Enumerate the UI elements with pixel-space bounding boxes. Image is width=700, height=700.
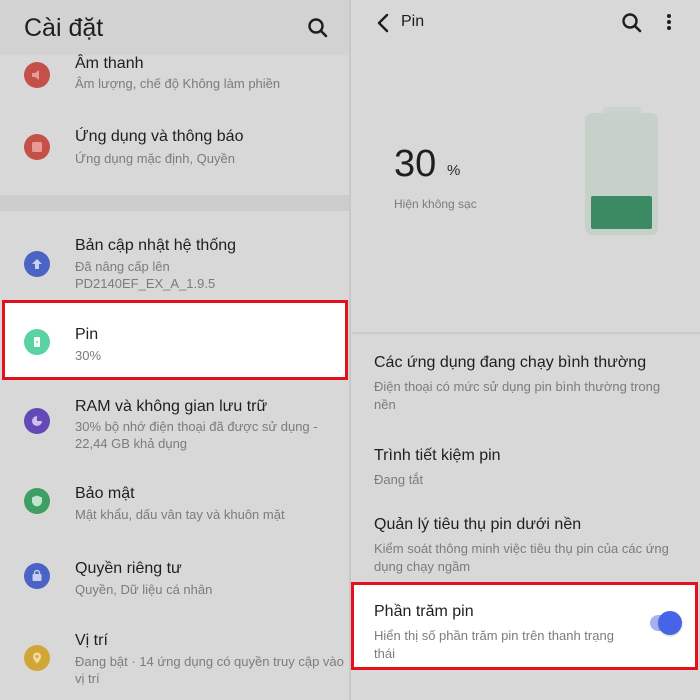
update-icon bbox=[24, 251, 50, 277]
settings-item-privacy[interactable]: Quyền riêng tư Quyền, Dữ liệu cá nhân bbox=[0, 560, 349, 610]
section-divider bbox=[0, 195, 349, 211]
settings-item-sound[interactable]: Âm thanh Âm lượng, chế độ Không làm phiề… bbox=[0, 55, 349, 105]
percentage-toggle-knob[interactable] bbox=[658, 611, 682, 635]
storage-icon bbox=[24, 408, 50, 434]
shield-icon bbox=[24, 488, 50, 514]
battery-percent-unit: % bbox=[447, 162, 461, 179]
settings-item-system-update[interactable]: Bản cập nhật hệ thống Đã nâng cấp lên PD… bbox=[0, 237, 349, 295]
apps-icon bbox=[24, 134, 50, 160]
settings-item-apps[interactable]: Ứng dụng và thông báo Ứng dụng mặc định,… bbox=[0, 128, 349, 188]
settings-screen: Cài đặt Âm thanh Âm lượng, chế độ Không … bbox=[0, 0, 349, 700]
battery-screen: Pin 30 % Hiện không sạc Các ứng dụng đan… bbox=[351, 0, 700, 700]
settings-item-ram-storage[interactable]: RAM và không gian lưu trữ 30% bộ nhớ điệ… bbox=[0, 398, 349, 458]
settings-header: Cài đặt bbox=[0, 0, 349, 55]
more-options-icon[interactable] bbox=[656, 10, 682, 36]
section-divider bbox=[351, 332, 700, 334]
battery-icon bbox=[24, 329, 50, 355]
search-icon[interactable] bbox=[305, 15, 331, 41]
privacy-icon bbox=[24, 563, 50, 589]
location-icon bbox=[24, 645, 50, 671]
page-title: Cài đặt bbox=[24, 14, 104, 42]
search-icon[interactable] bbox=[619, 10, 645, 36]
battery-item-percentage[interactable]: Phần trăm pin Hiển thị số phần trăm pin … bbox=[351, 582, 698, 670]
settings-item-location[interactable]: Vị trí Đang bật · 14 ứng dụng có quyền t… bbox=[0, 632, 349, 700]
charging-status: Hiện không sạc bbox=[394, 197, 477, 211]
settings-item-security[interactable]: Bảo mật Mật khẩu, dấu vân tay và khuôn m… bbox=[0, 485, 349, 535]
page-title: Pin bbox=[401, 13, 425, 30]
sound-icon bbox=[24, 62, 50, 88]
battery-level-fill bbox=[591, 196, 652, 229]
back-arrow-icon[interactable] bbox=[371, 10, 397, 36]
battery-graphic bbox=[585, 113, 658, 235]
settings-item-battery[interactable]: Pin 30% bbox=[2, 300, 348, 380]
battery-percent: 30 bbox=[394, 143, 437, 185]
